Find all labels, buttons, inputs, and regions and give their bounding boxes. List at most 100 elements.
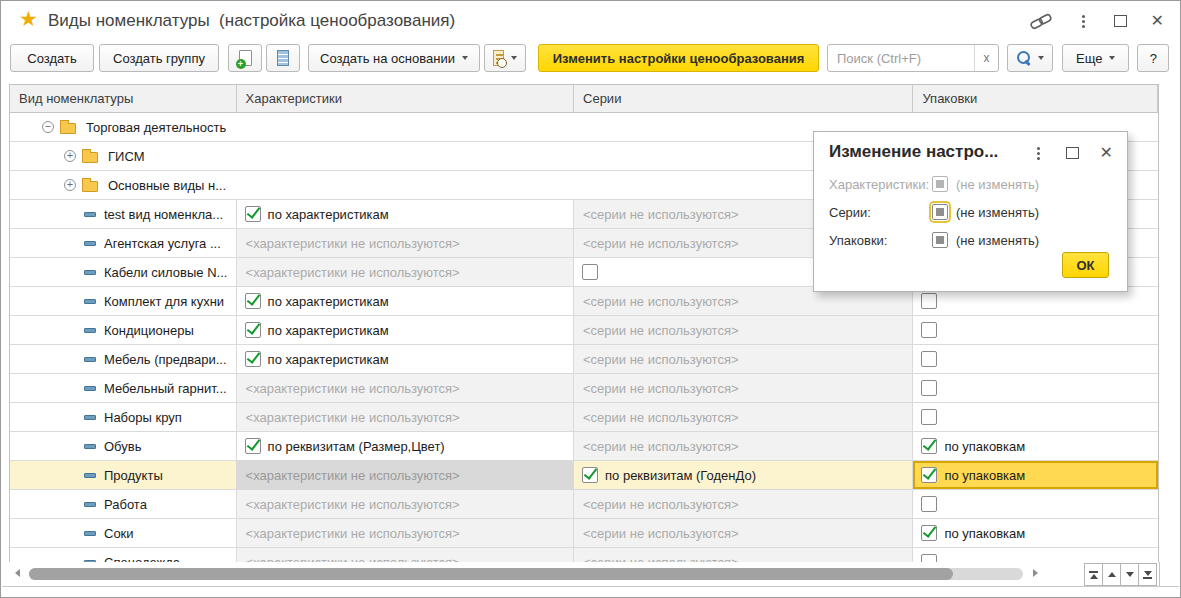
maximize-icon[interactable] [1114,15,1127,27]
cell-name[interactable]: Продукты [10,461,237,489]
packs-checkbox[interactable] [921,409,937,425]
cell-name[interactable]: −Торговая деятельность [10,113,237,141]
scrollbar-thumb[interactable] [29,568,953,580]
horizontal-scrollbar[interactable] [9,563,1159,585]
cell-chars[interactable]: <характеристики не используются> [237,374,574,402]
cell-chars[interactable]: <характеристики не используются> [237,490,574,518]
favorite-star-icon[interactable]: ★ [19,7,38,31]
go-up-button[interactable] [1102,563,1121,586]
packages-checkbox[interactable] [932,232,948,248]
cell-name[interactable]: Мебель (предвари... [10,345,237,373]
cell-packs[interactable] [913,316,1158,344]
packs-checkbox[interactable] [921,322,937,338]
cell-chars[interactable]: по характеристикам [237,200,574,228]
cell-chars[interactable]: <характеристики не используются> [237,461,574,489]
cell-chars[interactable]: по характеристикам [237,316,574,344]
collapse-icon[interactable]: − [42,121,54,133]
packs-checkbox[interactable] [921,293,937,309]
cell-name[interactable]: Наборы круп [10,403,237,431]
cell-chars[interactable] [237,142,574,170]
cell-packs[interactable] [913,548,1158,562]
packs-checkbox[interactable] [921,467,937,483]
packs-checkbox[interactable] [921,554,937,562]
cell-series[interactable]: <серии не используются> [574,490,913,518]
cell-chars[interactable]: по характеристикам [237,287,574,315]
column-header-characteristics[interactable]: Характеристики [237,85,574,112]
cell-series[interactable]: <серии не используются> [574,345,913,373]
cell-series[interactable]: <серии не используются> [574,316,913,344]
expand-icon[interactable]: + [64,179,76,191]
cell-chars[interactable]: по реквизитам (Размер,Цвет) [237,432,574,460]
cell-packs[interactable] [913,345,1158,373]
scrollbar-track[interactable] [29,568,1023,580]
dialog-close-icon[interactable]: ✕ [1100,146,1113,160]
search-input[interactable]: Поиск (Ctrl+F) x [827,44,999,72]
go-first-button[interactable] [1084,563,1103,586]
cell-series[interactable]: <серии не используются> [574,403,913,431]
create-group-button[interactable]: Создать группу [99,44,219,72]
cell-chars[interactable] [237,171,574,199]
cell-packs[interactable]: по упаковкам [913,519,1158,547]
cell-packs[interactable] [913,374,1158,402]
series-checkbox[interactable] [932,204,948,220]
table-row[interactable]: Наборы круп<характеристики не используют… [10,403,1158,432]
cell-name[interactable]: Комплект для кухни [10,287,237,315]
report-button[interactable] [484,44,526,72]
cell-series[interactable]: <серии не используются> [574,548,913,562]
packs-checkbox[interactable] [921,438,937,454]
go-last-button[interactable] [1138,563,1157,586]
table-row[interactable]: Продукты<характеристики не используются>… [10,461,1158,490]
cell-chars[interactable] [237,113,574,141]
close-icon[interactable]: ✕ [1151,14,1164,28]
cell-chars[interactable]: <характеристики не используются> [237,229,574,257]
cell-name[interactable]: +ГИСМ [10,142,237,170]
go-down-button[interactable] [1120,563,1139,586]
scroll-right-icon[interactable] [1033,569,1038,577]
list-settings-button[interactable] [266,44,300,72]
cell-name[interactable]: Соки [10,519,237,547]
ok-button[interactable]: ОК [1062,252,1109,278]
series-checkbox[interactable] [582,467,598,483]
packs-checkbox[interactable] [921,496,937,512]
cell-name[interactable]: Спецодежда [10,548,237,562]
scroll-left-icon[interactable] [15,569,20,577]
cell-name[interactable]: Работа [10,490,237,518]
cell-chars[interactable]: <характеристики не используются> [237,548,574,562]
cell-packs[interactable] [913,403,1158,431]
cell-series[interactable]: <серии не используются> [574,374,913,402]
column-header-series[interactable]: Серии [574,85,913,112]
cell-name[interactable]: Обувь [10,432,237,460]
cell-packs[interactable] [913,490,1158,518]
column-header-packages[interactable]: Упаковки [913,85,1158,112]
cell-chars[interactable]: <характеристики не используются> [237,258,574,286]
more-menu-icon[interactable] [1082,20,1085,23]
cell-series[interactable]: по реквизитам (ГоденДо) [574,461,913,489]
cell-packs[interactable]: по упаковкам [913,461,1158,489]
cell-name[interactable]: Кабели силовые N... [10,258,237,286]
cell-series[interactable]: <серии не используются> [574,432,913,460]
cell-name[interactable]: Агентская услуга ... [10,229,237,257]
chars-checkbox[interactable] [245,293,261,309]
table-row[interactable]: Кондиционерыпо характеристикам<серии не … [10,316,1158,345]
table-row[interactable]: Обувьпо реквизитам (Размер,Цвет)<серии н… [10,432,1158,461]
cell-series[interactable]: <серии не используются> [574,519,913,547]
link-icon[interactable] [1029,12,1053,30]
packs-checkbox[interactable] [921,525,937,541]
expand-icon[interactable]: + [64,150,76,162]
cell-name[interactable]: +Основные виды н... [10,171,237,199]
cell-chars[interactable]: <характеристики не используются> [237,519,574,547]
table-row[interactable]: Мебель (предвари...по характеристикам<се… [10,345,1158,374]
change-pricing-button[interactable]: Изменить настройки ценообразования [538,44,819,72]
create-button[interactable]: Создать [10,44,94,72]
table-row[interactable]: Спецодежда<характеристики не используютс… [10,548,1158,562]
cell-chars[interactable]: <характеристики не используются> [237,403,574,431]
help-button[interactable]: ? [1137,44,1169,72]
table-row[interactable]: Работа<характеристики не используются><с… [10,490,1158,519]
column-header-vid[interactable]: Вид номенклатуры [10,85,237,112]
chars-checkbox[interactable] [245,351,261,367]
table-row[interactable]: Соки<характеристики не используются><сер… [10,519,1158,548]
chars-checkbox[interactable] [245,322,261,338]
cell-packs[interactable]: по упаковкам [913,432,1158,460]
create-based-on-button[interactable]: Создать на основании [308,44,480,72]
chars-checkbox[interactable] [245,206,261,222]
